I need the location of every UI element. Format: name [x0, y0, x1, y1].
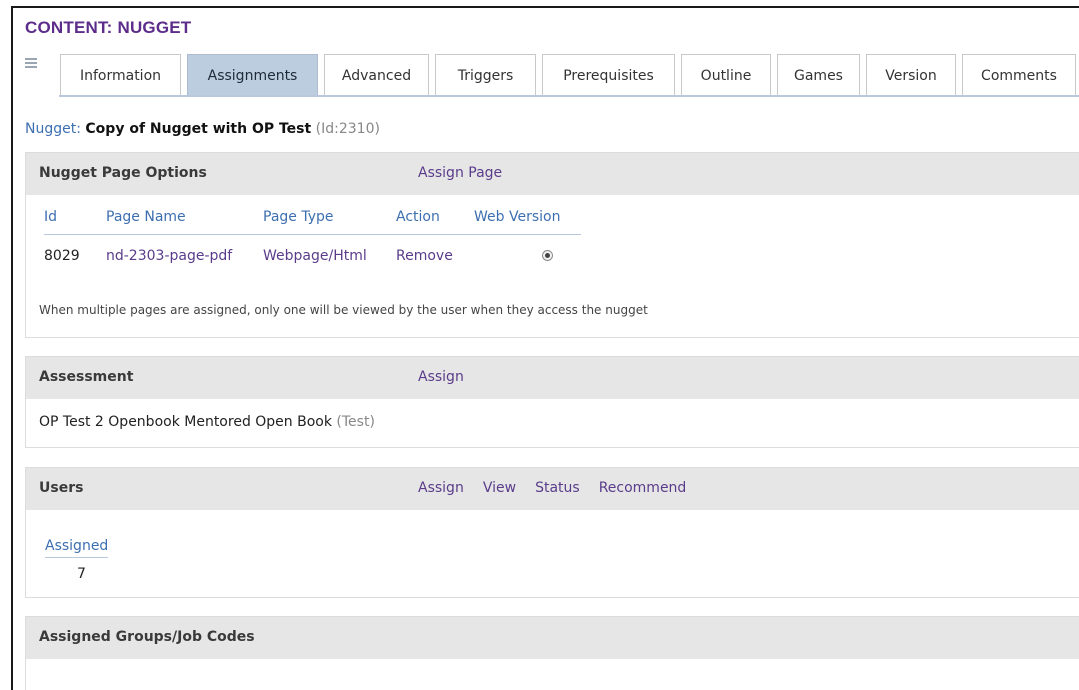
tab-comments[interactable]: Comments [962, 54, 1076, 96]
users-assign-link[interactable]: Assign [418, 480, 464, 496]
row-id: 8029 [44, 248, 80, 264]
users-header: Users Assign View Status Recommend [26, 468, 1079, 510]
row-page-name-link[interactable]: nd-2303-page-pdf [106, 248, 232, 264]
nugget-id: (Id:2310) [315, 121, 380, 137]
web-version-radio[interactable] [542, 250, 553, 261]
groups-panel: Assigned Groups/Job Codes [25, 616, 1079, 690]
tab-advanced[interactable]: Advanced [324, 54, 429, 96]
tab-outline[interactable]: Outline [681, 54, 771, 96]
groups-header: Assigned Groups/Job Codes [26, 617, 1079, 659]
tab-assignments[interactable]: Assignments [187, 54, 318, 96]
assessment-title: Assessment [39, 369, 134, 385]
users-recommend-link[interactable]: Recommend [599, 480, 687, 496]
tab-triggers[interactable]: Triggers [435, 54, 536, 96]
nugget-label: Nugget: [25, 121, 81, 137]
col-id: Id [44, 209, 58, 225]
assigned-count[interactable]: 7 [77, 566, 86, 582]
table-header-divider [44, 234, 581, 235]
col-web-version: Web Version [474, 209, 561, 225]
assigned-label: Assigned [45, 538, 109, 558]
assessment-item: OP Test 2 Openbook Mentored Open Book (T… [39, 414, 375, 430]
col-page-type: Page Type [263, 209, 334, 225]
groups-title: Assigned Groups/Job Codes [39, 629, 255, 645]
page-options-header: Nugget Page Options Assign Page [26, 153, 1079, 195]
assessment-name: OP Test 2 Openbook Mentored Open Book [39, 414, 332, 430]
assessment-panel: Assessment Assign OP Test 2 Openbook Men… [25, 356, 1079, 448]
tab-bar: Information Assignments Advanced Trigger… [13, 52, 1079, 97]
assign-page-link[interactable]: Assign Page [418, 165, 502, 181]
users-view-link[interactable]: View [483, 480, 516, 496]
assessment-type: (Test) [336, 414, 375, 430]
col-action: Action [396, 209, 440, 225]
nugget-name: Copy of Nugget with OP Test [85, 121, 312, 137]
content-frame: CONTENT: NUGGET Information Assignments … [11, 6, 1079, 690]
assessment-assign-link[interactable]: Assign [418, 369, 464, 385]
page-title: CONTENT: NUGGET [25, 18, 192, 37]
col-page-name: Page Name [106, 209, 186, 225]
multi-page-note: When multiple pages are assigned, only o… [39, 303, 648, 317]
page-options-panel: Nugget Page Options Assign Page Id Page … [25, 152, 1079, 338]
users-panel: Users Assign View Status Recommend Assigned… [25, 467, 1079, 598]
tab-version[interactable]: Version [866, 54, 956, 96]
tab-prerequisites[interactable]: Prerequisites [542, 54, 675, 96]
users-title: Users [39, 480, 84, 496]
row-page-type: Webpage/Html [263, 248, 367, 264]
users-status-link[interactable]: Status [535, 480, 580, 496]
nugget-breadcrumb: Nugget: Copy of Nugget with OP Test (Id:… [25, 121, 380, 137]
remove-link[interactable]: Remove [396, 248, 453, 264]
menu-icon[interactable] [25, 58, 37, 72]
assessment-header: Assessment Assign [26, 357, 1079, 399]
tab-bar-underline [59, 95, 1079, 97]
page-options-title: Nugget Page Options [39, 165, 207, 181]
tab-information[interactable]: Information [60, 54, 181, 96]
tab-games[interactable]: Games [777, 54, 860, 96]
